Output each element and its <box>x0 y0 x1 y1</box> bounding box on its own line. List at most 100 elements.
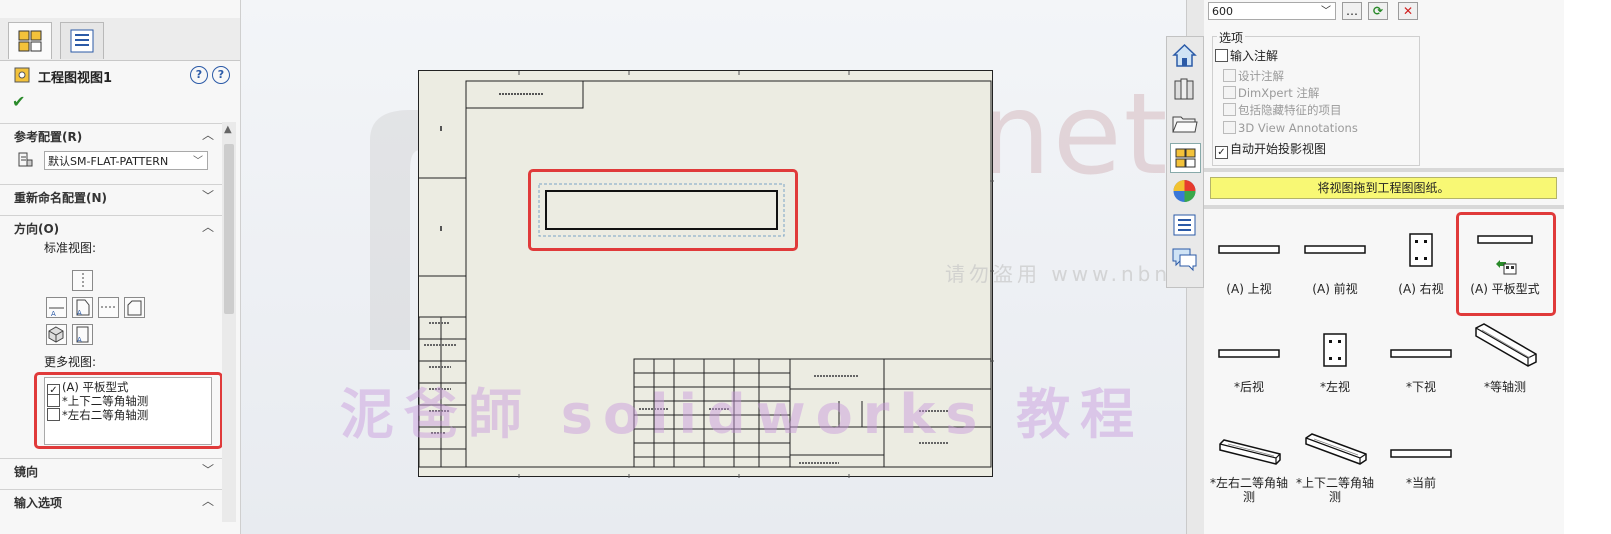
section-label: 镜向 <box>14 465 39 479</box>
panel-scrollbar[interactable]: ▲ <box>222 122 236 522</box>
custom-properties-icon[interactable] <box>1170 211 1199 239</box>
checkbox-icon <box>1223 121 1236 134</box>
options-group: 选项 输入注解 设计注解 DimXpert 注解 包括隐藏特征的项目 3D Vi… <box>1212 29 1420 166</box>
whats-wrong-icon[interactable]: ? <box>190 66 208 84</box>
iso-bar-icon <box>1219 439 1281 465</box>
tab-property-manager[interactable] <box>8 22 52 59</box>
ok-check-icon[interactable]: ✔ <box>12 92 25 111</box>
scale-value: 600 <box>1212 5 1233 18</box>
view-caption: *左右二等角轴测 <box>1209 476 1288 504</box>
section-ref-config[interactable]: 参考配置(R) ︿ <box>0 123 222 146</box>
view-top-icon[interactable] <box>72 270 93 291</box>
view-right-icon[interactable] <box>98 297 119 318</box>
chevron-down-icon: ﹀ <box>201 189 214 203</box>
panel-holes-icon <box>1323 333 1347 367</box>
view-item-right[interactable]: (A) 右视 <box>1378 212 1464 298</box>
section-import-options[interactable]: 输入选项 ︿ <box>0 489 222 512</box>
divider <box>1204 168 1564 172</box>
view-item-top[interactable]: (A) 上视 <box>1206 212 1292 298</box>
flat-bar-icon <box>1390 449 1452 458</box>
list-icon <box>70 29 94 53</box>
standard-views-label: 标准视图: <box>44 241 97 255</box>
checkbox-icon[interactable] <box>1215 49 1228 62</box>
clear-icon[interactable]: ✕ <box>1398 2 1418 20</box>
home-icon[interactable] <box>1170 41 1199 69</box>
flat-bar-icon <box>1218 245 1280 254</box>
view-item-front[interactable]: (A) 前视 <box>1292 212 1378 298</box>
svg-text:A: A <box>77 309 82 317</box>
scrollbar-thumb[interactable] <box>224 144 234 314</box>
view-item-dimetric[interactable]: *上下二等角轴测 <box>1292 412 1378 504</box>
iso-bar-icon <box>1305 433 1367 465</box>
view-caption: *当前 <box>1405 476 1436 490</box>
design-library-icon[interactable] <box>1170 75 1199 103</box>
scale-select[interactable]: 600 ﹀ <box>1208 2 1336 20</box>
view-caption: (A) 前视 <box>1312 282 1358 296</box>
view-caption: *上下二等角轴测 <box>1295 476 1374 504</box>
option-import-annotations[interactable]: 输入注解 <box>1215 47 1278 64</box>
view-item-current[interactable]: *当前 <box>1378 412 1464 498</box>
view-caption: *下视 <box>1405 380 1436 394</box>
forum-icon[interactable] <box>1170 245 1199 273</box>
panel-holes-icon <box>1409 233 1433 267</box>
section-label: 重新命名配置(N) <box>14 191 108 205</box>
view-front-icon[interactable]: A <box>46 297 67 318</box>
view-item-trimetric[interactable]: *左右二等角轴测 <box>1206 412 1292 504</box>
flat-bar-icon <box>1304 245 1366 254</box>
appearances-icon[interactable] <box>1170 177 1199 205</box>
section-label: 方向(O) <box>14 222 60 236</box>
highlight-box <box>34 372 223 449</box>
view-isometric-icon[interactable] <box>46 324 67 345</box>
checkbox-icon <box>1223 103 1236 116</box>
config-value: 默认SM-FLAT-PATTERN <box>48 155 169 168</box>
config-select[interactable]: 默认SM-FLAT-PATTERN ﹀ <box>44 151 208 170</box>
options-legend: 选项 <box>1217 29 1246 46</box>
flat-bar-icon <box>1390 349 1452 358</box>
section-mirror[interactable]: 镜向 ﹀ <box>0 458 222 481</box>
section-orientation[interactable]: 方向(O) ︿ <box>0 215 222 238</box>
chevron-down-icon: ﹀ <box>1321 6 1331 17</box>
view-item-back[interactable]: *后视 <box>1206 310 1292 396</box>
view-caption: (A) 右视 <box>1398 282 1444 296</box>
view-back-icon[interactable] <box>124 297 145 318</box>
option-label: 设计注解 <box>1238 69 1284 83</box>
course-watermark: 泥爸師 solidworks 教程 <box>340 383 1145 446</box>
option-label: 输入注解 <box>1230 49 1279 63</box>
view-item-left[interactable]: *左视 <box>1292 310 1378 396</box>
iso-bar-icon <box>1475 323 1537 367</box>
highlight-box <box>1456 212 1556 316</box>
page-title: 工程图视图1 <box>38 71 113 86</box>
help-icon[interactable]: ? <box>212 66 230 84</box>
refresh-icon[interactable]: ⟳ <box>1368 2 1388 20</box>
scroll-up-icon[interactable]: ▲ <box>224 124 232 135</box>
option-label: 包括隐藏特征的项目 <box>1238 103 1342 117</box>
drawing-view-icon <box>18 30 42 52</box>
checkbox-checked-icon[interactable]: ✓ <box>1215 146 1228 159</box>
tab-feature-tree[interactable] <box>60 22 104 59</box>
view-palette-icon[interactable] <box>1170 143 1201 173</box>
divider[interactable] <box>1204 205 1564 209</box>
browse-button[interactable]: … <box>1342 2 1362 20</box>
view-item-bottom[interactable]: *下视 <box>1378 310 1464 396</box>
section-rename-config[interactable]: 重新命名配置(N) ﹀ <box>0 184 222 207</box>
chevron-down-icon: ﹀ <box>201 463 214 477</box>
view-bottom-icon[interactable]: A <box>72 324 93 345</box>
view-item-isometric[interactable]: *等轴测 <box>1462 310 1548 396</box>
option-auto-projected-view[interactable]: ✓ 自动开始投影视图 <box>1215 140 1326 159</box>
section-label: 参考配置(R) <box>14 130 83 144</box>
view-caption: (A) 上视 <box>1226 282 1272 296</box>
panel-title-row: 工程图视图1 ? ? <box>10 66 230 86</box>
option-label: 3D View Annotations <box>1238 121 1358 135</box>
file-explorer-icon[interactable] <box>1170 109 1199 137</box>
view-caption: *后视 <box>1233 380 1264 394</box>
flat-bar-icon <box>1218 349 1280 358</box>
view-left-icon[interactable]: A <box>72 297 93 318</box>
chevron-up-icon: ︿ <box>201 494 214 508</box>
option-3d-view-annotations: 3D View Annotations <box>1223 121 1358 135</box>
chevron-up-icon: ︿ <box>201 220 214 234</box>
option-label: 自动开始投影视图 <box>1230 142 1327 156</box>
option-dimxpert: DimXpert 注解 <box>1223 85 1319 101</box>
view-caption: *左视 <box>1319 380 1350 394</box>
view-caption: *等轴测 <box>1483 380 1526 394</box>
section-label: 输入选项 <box>14 496 63 510</box>
